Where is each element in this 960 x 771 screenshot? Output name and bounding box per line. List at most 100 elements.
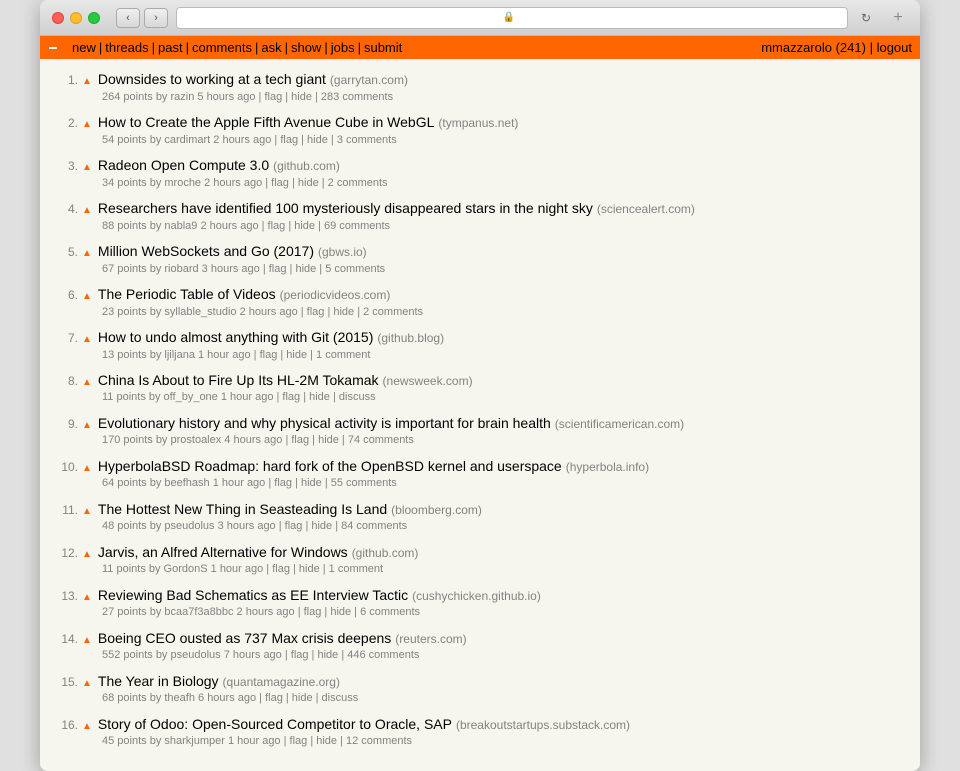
story-title-link[interactable]: Boeing CEO ousted as 737 Max crisis deep… [98, 629, 391, 649]
story-number: 4. [56, 201, 78, 218]
story-domain: (scientificamerican.com) [555, 416, 684, 433]
story-meta: 64 points by beefhash 1 hour ago | flag … [102, 476, 904, 491]
story-meta: 45 points by sharkjumper 1 hour ago | fl… [102, 734, 904, 749]
story-number: 16. [56, 717, 78, 734]
upvote-arrow[interactable]: ▲ [82, 75, 92, 89]
story-title-link[interactable]: Researchers have identified 100 mysterio… [98, 199, 593, 219]
upvote-arrow[interactable]: ▲ [82, 376, 92, 390]
story-domain: (reuters.com) [395, 631, 466, 648]
list-item: 3. ▲ Radeon Open Compute 3.0 (github.com… [56, 153, 904, 196]
upvote-arrow[interactable]: ▲ [82, 505, 92, 519]
list-item: 1. ▲ Downsides to working at a tech gian… [56, 67, 904, 110]
story-number: 8. [56, 373, 78, 390]
list-item: 7. ▲ How to undo almost anything with Gi… [56, 325, 904, 368]
upvote-arrow[interactable]: ▲ [82, 118, 92, 132]
upvote-arrow[interactable]: ▲ [82, 161, 92, 175]
upvote-arrow[interactable]: ▲ [82, 290, 92, 304]
nav-show[interactable]: show [291, 40, 321, 55]
story-title-row: 10. ▲ HyperbolaBSD Roadmap: hard fork of… [56, 457, 904, 477]
story-title-link[interactable]: HyperbolaBSD Roadmap: hard fork of the O… [98, 457, 562, 477]
story-domain: (tympanus.net) [438, 115, 518, 132]
story-domain: (github.blog) [377, 330, 444, 347]
nav-new[interactable]: new [72, 40, 96, 55]
story-title-link[interactable]: China Is About to Fire Up Its HL-2M Toka… [98, 371, 379, 391]
upvote-arrow[interactable]: ▲ [82, 634, 92, 648]
story-meta: 88 points by nabla9 2 hours ago | flag |… [102, 219, 904, 234]
story-title-link[interactable]: Million WebSockets and Go (2017) [98, 242, 314, 262]
story-title-link[interactable]: How to undo almost anything with Git (20… [98, 328, 373, 348]
hn-logo[interactable] [48, 46, 58, 50]
story-title-link[interactable]: The Hottest New Thing in Seasteading Is … [98, 500, 387, 520]
story-title-link[interactable]: Radeon Open Compute 3.0 [98, 156, 269, 176]
upvote-arrow[interactable]: ▲ [82, 247, 92, 261]
story-title-row: 7. ▲ How to undo almost anything with Gi… [56, 328, 904, 348]
story-title-link[interactable]: The Periodic Table of Videos [98, 285, 276, 305]
content-area: 1. ▲ Downsides to working at a tech gian… [40, 59, 920, 771]
story-title-link[interactable]: Jarvis, an Alfred Alternative for Window… [98, 543, 348, 563]
titlebar: ‹ › 🔒 ↻ + [40, 0, 920, 36]
story-title-link[interactable]: The Year in Biology [98, 672, 219, 692]
back-button[interactable]: ‹ [116, 8, 140, 28]
story-number: 3. [56, 158, 78, 175]
nav-submit[interactable]: submit [364, 40, 402, 55]
upvote-arrow[interactable]: ▲ [82, 419, 92, 433]
nav-comments[interactable]: comments [192, 40, 252, 55]
story-number: 14. [56, 631, 78, 648]
nav-ask[interactable]: ask [261, 40, 281, 55]
list-item: 12. ▲ Jarvis, an Alfred Alternative for … [56, 540, 904, 583]
maximize-button[interactable] [88, 12, 100, 24]
story-title-link[interactable]: Evolutionary history and why physical ac… [98, 414, 551, 434]
story-title-link[interactable]: Story of Odoo: Open-Sourced Competitor t… [98, 715, 452, 735]
nav-jobs[interactable]: jobs [331, 40, 355, 55]
forward-button[interactable]: › [144, 8, 168, 28]
list-item: 4. ▲ Researchers have identified 100 mys… [56, 196, 904, 239]
story-number: 2. [56, 115, 78, 132]
nav-threads[interactable]: threads [105, 40, 148, 55]
story-number: 5. [56, 244, 78, 261]
story-title-row: 1. ▲ Downsides to working at a tech gian… [56, 70, 904, 90]
story-meta: 68 points by theafh 6 hours ago | flag |… [102, 691, 904, 706]
upvote-arrow[interactable]: ▲ [82, 591, 92, 605]
story-list: 1. ▲ Downsides to working at a tech gian… [56, 67, 904, 755]
upvote-arrow[interactable]: ▲ [82, 204, 92, 218]
list-item: 5. ▲ Million WebSockets and Go (2017) (g… [56, 239, 904, 282]
nav-past[interactable]: past [158, 40, 183, 55]
story-meta: 170 points by prostoalex 4 hours ago | f… [102, 433, 904, 448]
story-domain: (periodicvideos.com) [280, 287, 391, 304]
upvote-arrow[interactable]: ▲ [82, 548, 92, 562]
nav-buttons: ‹ › [116, 8, 168, 28]
story-title-row: 9. ▲ Evolutionary history and why physic… [56, 414, 904, 434]
story-title-link[interactable]: How to Create the Apple Fifth Avenue Cub… [98, 113, 434, 133]
story-title-link[interactable]: Reviewing Bad Schematics as EE Interview… [98, 586, 408, 606]
traffic-lights [52, 12, 100, 24]
story-number: 7. [56, 330, 78, 347]
upvote-arrow[interactable]: ▲ [82, 677, 92, 691]
upvote-arrow[interactable]: ▲ [82, 462, 92, 476]
story-domain: (github.com) [273, 158, 340, 175]
story-domain: (quantamagazine.org) [223, 674, 340, 691]
hn-logout[interactable]: logout [877, 40, 912, 55]
list-item: 9. ▲ Evolutionary history and why physic… [56, 411, 904, 454]
story-domain: (garrytan.com) [330, 72, 408, 89]
story-title-row: 2. ▲ How to Create the Apple Fifth Avenu… [56, 113, 904, 133]
upvote-arrow[interactable]: ▲ [82, 720, 92, 734]
lock-icon: 🔒 [503, 12, 515, 23]
story-number: 11. [56, 502, 78, 519]
new-tab-button[interactable]: + [888, 8, 908, 28]
address-bar[interactable]: 🔒 [176, 7, 848, 29]
story-number: 15. [56, 674, 78, 691]
close-button[interactable] [52, 12, 64, 24]
story-number: 9. [56, 416, 78, 433]
upvote-arrow[interactable]: ▲ [82, 333, 92, 347]
story-meta: 48 points by pseudolus 3 hours ago | fla… [102, 519, 904, 534]
story-domain: (newsweek.com) [383, 373, 473, 390]
story-title-row: 14. ▲ Boeing CEO ousted as 737 Max crisi… [56, 629, 904, 649]
reload-button[interactable]: ↻ [856, 8, 876, 28]
minimize-button[interactable] [70, 12, 82, 24]
list-item: 8. ▲ China Is About to Fire Up Its HL-2M… [56, 368, 904, 411]
story-title-link[interactable]: Downsides to working at a tech giant [98, 70, 326, 90]
story-domain: (breakoutstartups.substack.com) [456, 717, 630, 734]
list-item: 6. ▲ The Periodic Table of Videos (perio… [56, 282, 904, 325]
story-title-row: 16. ▲ Story of Odoo: Open-Sourced Compet… [56, 715, 904, 735]
hn-username[interactable]: mmazzarolo (241) [761, 40, 866, 55]
